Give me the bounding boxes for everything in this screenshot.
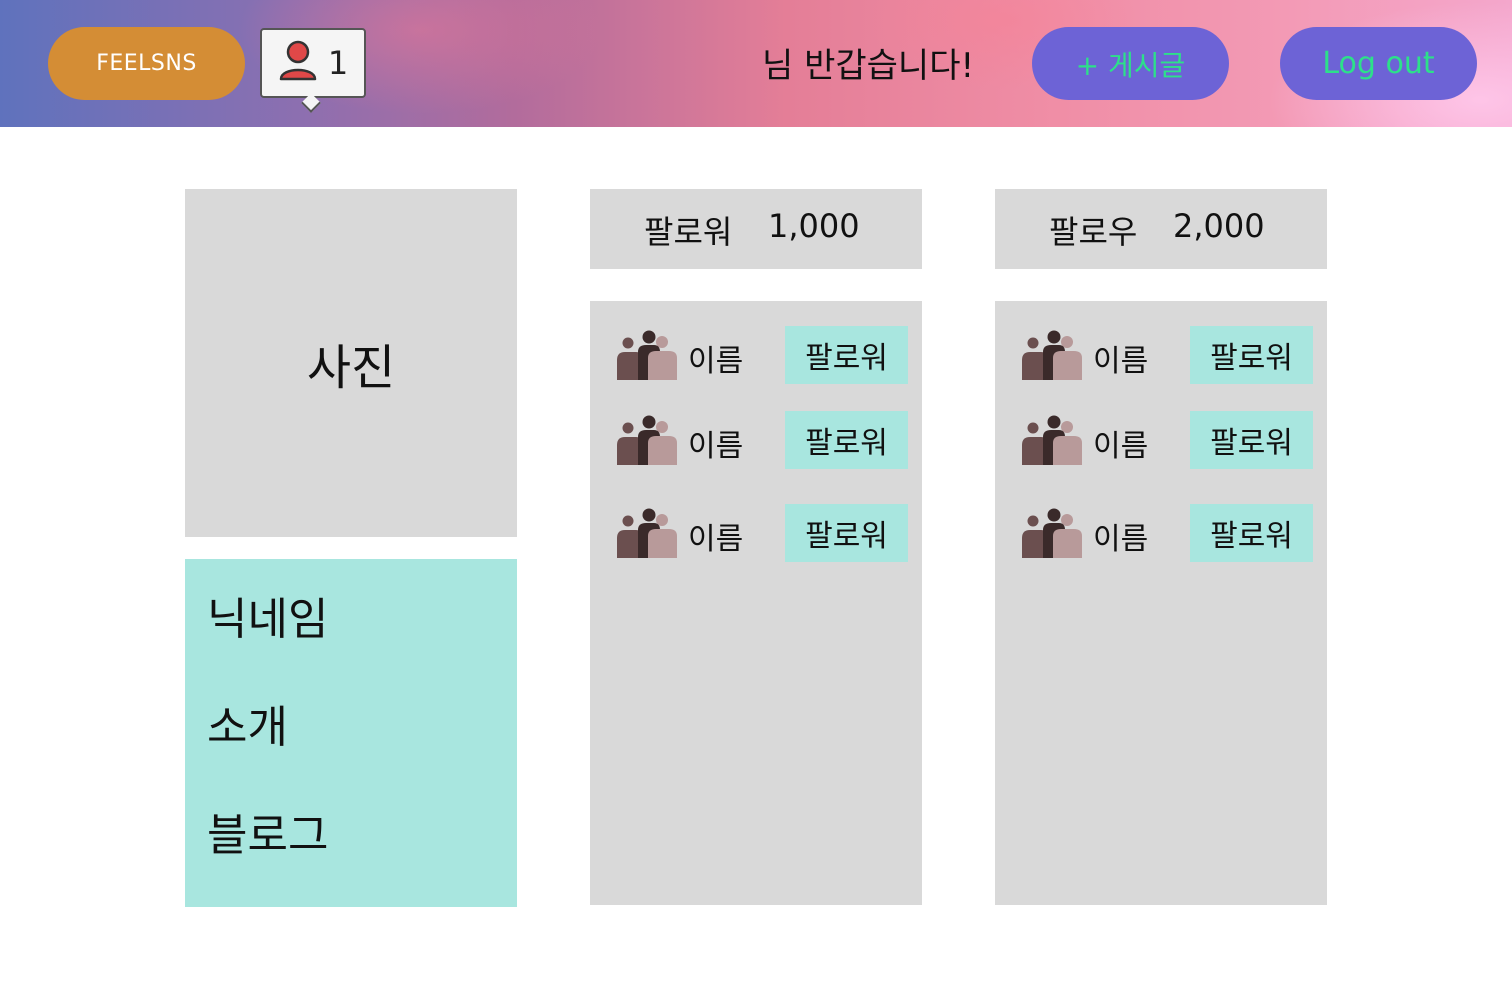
user-name[interactable]: 이름 (1093, 514, 1148, 558)
nickname-text: 닉네임 (207, 594, 329, 645)
user-name[interactable]: 이름 (1093, 421, 1148, 465)
follower-list: 이름 팔로워 이름 팔로워 이름 팔로워 (590, 301, 922, 905)
people-icon (616, 508, 678, 558)
people-icon (1021, 330, 1083, 380)
list-item: 이름 팔로워 (590, 326, 922, 384)
blog-link[interactable]: 블로그 (207, 799, 328, 863)
following-stat: 팔로우 2,000 (995, 189, 1327, 269)
profile-photo[interactable]: 사진 (185, 189, 517, 537)
brand-logo-button[interactable]: FEELSNS (48, 27, 245, 100)
follow-button[interactable]: 팔로워 (1190, 326, 1313, 384)
list-item: 이름 팔로워 (995, 504, 1327, 562)
people-icon (1021, 415, 1083, 465)
follow-button[interactable]: 팔로워 (785, 411, 908, 469)
logout-button[interactable]: Log out (1280, 27, 1477, 100)
user-name[interactable]: 이름 (688, 336, 743, 380)
follow-button[interactable]: 팔로워 (1190, 504, 1313, 562)
photo-label: 사진 (306, 340, 396, 396)
follower-stat: 팔로워 1,000 (590, 189, 922, 269)
following-list: 이름 팔로워 이름 팔로워 이름 팔로워 (995, 301, 1327, 905)
list-item: 이름 팔로워 (995, 326, 1327, 384)
greeting-text: 님 반갑습니다! (762, 46, 975, 86)
list-item: 이름 팔로워 (590, 504, 922, 562)
following-label: 팔로우 (1049, 213, 1138, 251)
user-name[interactable]: 이름 (688, 514, 743, 558)
intro-text: 소개 (207, 702, 288, 753)
following-count: 2,000 (1173, 207, 1265, 245)
follow-button[interactable]: 팔로워 (1190, 411, 1313, 469)
follower-count: 1,000 (768, 207, 860, 245)
user-name[interactable]: 이름 (1093, 336, 1148, 380)
list-item: 이름 팔로워 (995, 411, 1327, 469)
people-icon (616, 330, 678, 380)
user-name[interactable]: 이름 (688, 421, 743, 465)
follow-button[interactable]: 팔로워 (785, 504, 908, 562)
header-bar: FEELSNS 1 님 반갑습니다! + 게시글 Log out (0, 0, 1512, 127)
new-post-button[interactable]: + 게시글 (1032, 27, 1229, 100)
people-icon (616, 415, 678, 465)
profile-info-card: 닉네임 소개 블로그 (185, 559, 517, 907)
list-item: 이름 팔로워 (590, 411, 922, 469)
notification-count: 1 (327, 44, 349, 82)
follow-button[interactable]: 팔로워 (785, 326, 908, 384)
notification-badge[interactable]: 1 (260, 28, 366, 98)
people-icon (1021, 508, 1083, 558)
user-icon (278, 39, 318, 87)
follower-label: 팔로워 (644, 213, 733, 251)
